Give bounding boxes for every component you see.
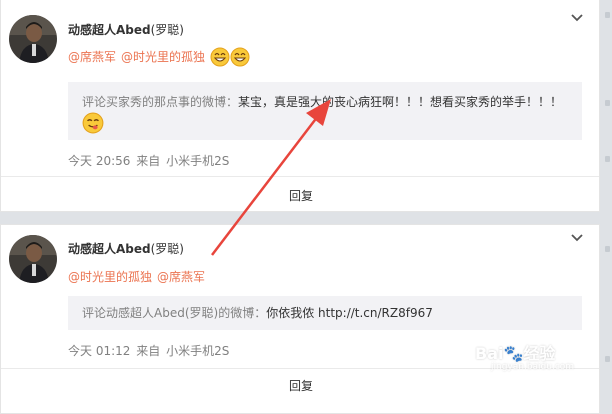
device-source[interactable]: 小米手机2S (166, 344, 229, 358)
scroll-marker (605, 356, 610, 362)
avatar[interactable] (9, 15, 57, 63)
mentions: @时光里的孤独 @席燕军 (68, 268, 210, 285)
quote-source: 评论动感超人Abed(罗聪)的微博： (82, 306, 267, 320)
watermark-brand: Bai (475, 344, 504, 363)
baidu-watermark: Bai🐾经验 jingyan.baidu.com (475, 340, 574, 372)
chevron-down-icon[interactable] (571, 233, 583, 243)
user-remark: (罗聪) (150, 23, 184, 37)
quoted-post[interactable]: 评论动感超人Abed(罗聪)的微博：你依我侬 http://t.cn/RZ8f9… (68, 296, 582, 330)
divider (1, 176, 599, 177)
scroll-marker (605, 246, 610, 252)
source-prefix: 来自 (136, 154, 161, 168)
source-prefix: 来自 (136, 344, 161, 358)
yum-emoji-icon (82, 112, 104, 134)
watermark-suffix: 经验 (523, 344, 556, 363)
post-meta: 今天 20:56 来自 小米手机2S (68, 152, 229, 169)
scrollbar[interactable] (603, 0, 612, 400)
mention-link[interactable]: @席燕军 (68, 50, 116, 64)
comment-card: 动感超人Abed(罗聪) @席燕军 @时光里的孤独 评论买家秀的那点事的微博：某宝… (0, 0, 600, 212)
reply-button[interactable]: 回复 (1, 187, 601, 204)
chevron-down-icon[interactable] (571, 13, 583, 23)
mention-link[interactable]: @时光里的孤独 (68, 270, 152, 284)
mentions: @席燕军 @时光里的孤独 (68, 47, 250, 67)
scroll-marker (605, 100, 610, 106)
username-text[interactable]: 动感超人Abed (68, 242, 151, 256)
username[interactable]: 动感超人Abed(罗聪) (68, 21, 184, 38)
user-remark: (罗聪) (150, 242, 184, 256)
quote-text: 你依我侬 http://t.cn/RZ8f967 (266, 306, 433, 320)
reply-button[interactable]: 回复 (1, 377, 601, 394)
grin-emoji-icon (230, 47, 250, 67)
scroll-marker (605, 156, 610, 162)
quote-text: 某宝，真是强大的丧心病狂啊！！！想看买家秀的举手！！！ (238, 95, 563, 109)
avatar[interactable] (9, 235, 57, 283)
quote-source: 评论买家秀的那点事的微博： (82, 95, 239, 109)
username-text[interactable]: 动感超人Abed (68, 23, 151, 37)
mention-link[interactable]: @时光里的孤独 (121, 50, 205, 64)
timestamp[interactable]: 今天 20:56 (68, 154, 130, 168)
mention-link[interactable]: @席燕军 (157, 270, 205, 284)
device-source[interactable]: 小米手机2S (166, 154, 229, 168)
post-meta: 今天 01:12 来自 小米手机2S (68, 342, 229, 359)
timestamp[interactable]: 今天 01:12 (68, 344, 130, 358)
grin-emoji-icon (210, 47, 230, 67)
paw-icon: 🐾 (503, 344, 524, 363)
watermark-url: jingyan.baidu.com (491, 362, 575, 372)
scroll-marker (605, 12, 610, 18)
quoted-post[interactable]: 评论买家秀的那点事的微博：某宝，真是强大的丧心病狂啊！！！想看买家秀的举手！！！ (68, 82, 582, 140)
username[interactable]: 动感超人Abed(罗聪) (68, 240, 184, 257)
comment-card: 动感超人Abed(罗聪) @时光里的孤独 @席燕军 评论动感超人Abed(罗聪)的… (0, 224, 600, 414)
